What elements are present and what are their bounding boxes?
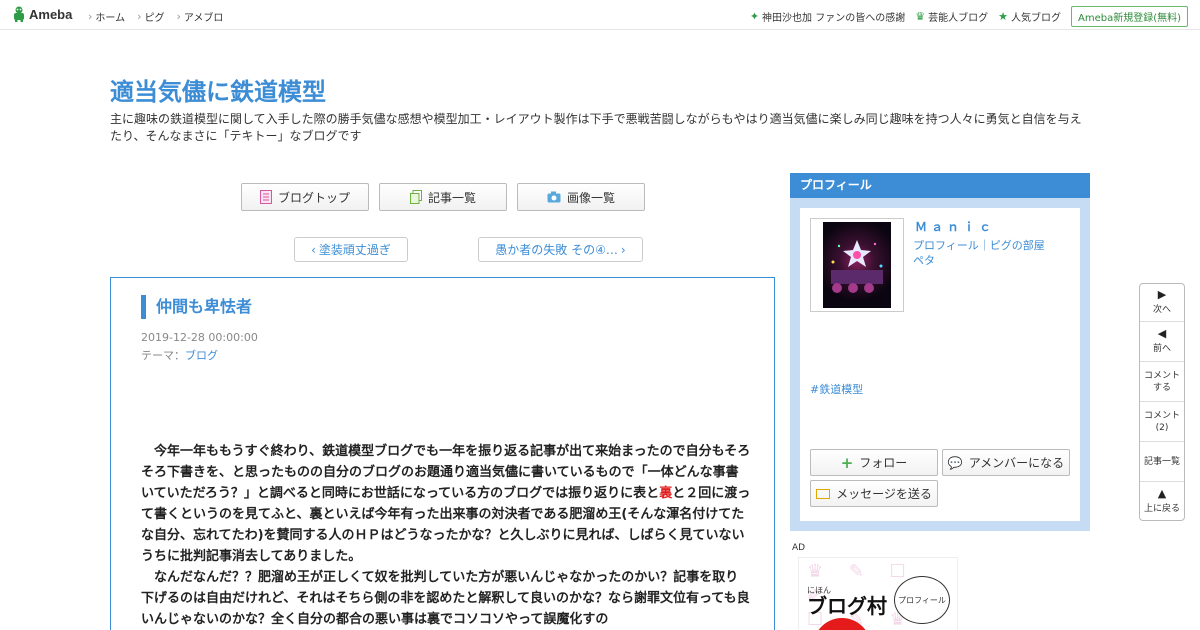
chat-bubble-icon: 💬 bbox=[947, 455, 963, 470]
link-featured[interactable]: ✦ 神田沙也加 ファンの皆への感謝 bbox=[750, 9, 905, 24]
profile-header: プロフィール bbox=[790, 173, 1090, 198]
top-right-links: ✦ 神田沙也加 ファンの皆への感謝 ♛ 芸能人ブログ ★ 人気ブログ Ameba… bbox=[750, 6, 1188, 27]
article-list-nav-label: 記事一覧 bbox=[1143, 457, 1180, 467]
pigg-room-link[interactable]: ピグの部屋 bbox=[990, 239, 1045, 252]
top-nav: ホーム ピグ アメブロ bbox=[88, 9, 223, 24]
article-list-nav-button[interactable]: 記事一覧 bbox=[1140, 442, 1184, 482]
ameba-logo-icon bbox=[14, 6, 24, 22]
article-theme: テーマ：ブログ bbox=[141, 347, 218, 363]
comments-count-button[interactable]: コメント(2) bbox=[1140, 402, 1184, 442]
back-to-top-label: 上に戻る bbox=[1143, 504, 1180, 514]
ad-banner[interactable]: ♛ ✎ ☐ ✐☐ ✎ ♛ ☐ にほん ブログ村 プロフィール bbox=[798, 557, 958, 630]
blog-top-button[interactable]: ブログトップ bbox=[241, 183, 369, 211]
article-list-label: 記事一覧 bbox=[427, 190, 476, 205]
peta-link[interactable]: ペタ bbox=[913, 254, 935, 267]
comment-button[interactable]: コメントする bbox=[1140, 362, 1184, 402]
link-popular-blogs[interactable]: ★ 人気ブログ bbox=[998, 9, 1061, 24]
ad-main-text: ブログ村 bbox=[807, 594, 887, 618]
next-article-link[interactable]: 愚か者の失敗 その④… › bbox=[478, 237, 643, 262]
amember-label: アメンバーになる bbox=[968, 456, 1065, 470]
image-list-button[interactable]: 画像一覧 bbox=[517, 183, 645, 211]
article-paragraph: 今年一年ももうすぐ終わり、鉄道模型ブログでも一年を振り返る記事が出て来始まったの… bbox=[141, 441, 751, 567]
document-icon bbox=[259, 190, 272, 204]
prev-article-label: 塗装頑丈過ぎ bbox=[318, 243, 391, 257]
nav-home[interactable]: ホーム bbox=[88, 9, 125, 24]
avatar-image bbox=[823, 222, 891, 308]
chevron-left-icon: ‹ bbox=[311, 242, 316, 257]
camera-icon bbox=[547, 191, 561, 203]
signup-button[interactable]: Ameba新規登録(無料) bbox=[1070, 6, 1188, 27]
mail-icon bbox=[816, 488, 831, 499]
profile-hashtag[interactable]: #鉄道模型 bbox=[810, 381, 863, 397]
profile-name[interactable]: Ｍａｎｉｃ bbox=[915, 218, 995, 235]
link-featured-label: 神田沙也加 ファンの皆への感謝 bbox=[762, 13, 906, 24]
image-list-label: 画像一覧 bbox=[566, 190, 615, 205]
ad-label: AD bbox=[792, 543, 806, 553]
plus-icon: + bbox=[840, 453, 854, 472]
link-celebrity-label: 芸能人ブログ bbox=[928, 13, 989, 24]
article-date: 2019-12-28 00:00:00 bbox=[141, 331, 258, 344]
article-list-button[interactable]: 記事一覧 bbox=[379, 183, 507, 211]
back-to-top-button[interactable]: ▲ 上に戻る bbox=[1140, 482, 1184, 520]
comment-label: コメントする bbox=[1144, 371, 1181, 393]
link-popular-label: 人気ブログ bbox=[1010, 13, 1061, 24]
profile-body: Ｍａｎｉｃ プロフィール｜ピグの部屋 ペタ #鉄道模型 + フォロー 💬 アメン… bbox=[800, 208, 1080, 521]
follow-button[interactable]: + フォロー bbox=[810, 449, 938, 476]
next-nav-button[interactable]: ▶ 次へ bbox=[1140, 284, 1184, 322]
blog-description: 主に趣味の鉄道模型に関して入手した際の勝手気儘な感想や模型加工・レイアウト製作は… bbox=[110, 112, 1082, 143]
profile-link[interactable]: プロフィール bbox=[913, 239, 979, 252]
article: 仲間も卑怯者 2019-12-28 00:00:00 テーマ：ブログ 今年一年も… bbox=[110, 277, 775, 630]
train-photo-icon bbox=[831, 240, 883, 293]
chevron-right-icon: › bbox=[620, 242, 626, 257]
send-message-label: メッセージを送る bbox=[836, 487, 932, 501]
next-article-label: 愚か者の失敗 その④… bbox=[495, 243, 618, 257]
crown-icon: ♛ bbox=[915, 10, 926, 23]
ameba-logo[interactable]: Ameba bbox=[12, 6, 72, 22]
triangle-up-icon: ▲ bbox=[1157, 487, 1167, 500]
logo-text: Ameba bbox=[29, 6, 73, 22]
nav-pigg[interactable]: ピグ bbox=[137, 9, 165, 24]
ad-bubble: プロフィール bbox=[894, 576, 950, 624]
global-header: Ameba ホーム ピグ アメブロ ✦ 神田沙也加 ファンの皆への感謝 ♛ 芸能… bbox=[0, 0, 1200, 30]
theme-prefix: テーマ： bbox=[141, 349, 185, 362]
amember-button[interactable]: 💬 アメンバーになる bbox=[942, 449, 1070, 476]
prev-nav-button[interactable]: ◀ 前へ bbox=[1140, 322, 1184, 362]
blog-top-label: ブログトップ bbox=[277, 190, 350, 205]
prev-article-link[interactable]: ‹ 塗装頑丈過ぎ bbox=[294, 237, 408, 262]
article-title[interactable]: 仲間も卑怯者 bbox=[141, 295, 252, 319]
article-body: 今年一年ももうすぐ終わり、鉄道模型ブログでも一年を振り返る記事が出て来始まったの… bbox=[141, 441, 751, 630]
profile-widget: プロフィール Ｍａｎｉｃ プロフィール｜ピグの部屋 ペタ #鉄道模型 + フォロ… bbox=[790, 173, 1090, 531]
article-paragraph: なんだなんだ？？肥溜め王が正しくて奴を批判していた方が悪いんじゃなかったのかい？… bbox=[141, 570, 750, 627]
play-right-icon: ▶ bbox=[1157, 288, 1167, 301]
send-message-button[interactable]: メッセージを送る bbox=[810, 480, 938, 507]
nav-ameblo[interactable]: アメブロ bbox=[177, 9, 224, 24]
link-celebrity-blogs[interactable]: ♛ 芸能人ブログ bbox=[915, 9, 988, 24]
sparkle-icon: ✦ bbox=[749, 10, 760, 23]
avatar[interactable] bbox=[810, 218, 904, 312]
comments-count-label: コメント(2) bbox=[1144, 411, 1181, 433]
link-separator: ｜ bbox=[978, 239, 990, 252]
theme-link[interactable]: ブログ bbox=[185, 349, 218, 362]
floating-nav: ▶ 次へ ◀ 前へ コメントする コメント(2) 記事一覧 ▲ 上に戻る bbox=[1139, 283, 1185, 521]
highlight-text: 裏 bbox=[659, 486, 673, 501]
prev-nav-label: 前へ bbox=[1152, 344, 1171, 354]
star-icon: ★ bbox=[998, 10, 1008, 23]
follow-label: フォロー bbox=[859, 456, 908, 470]
copy-icon bbox=[409, 190, 422, 204]
next-nav-label: 次へ bbox=[1152, 305, 1171, 315]
profile-links: プロフィール｜ピグの部屋 ペタ bbox=[913, 238, 1073, 268]
blog-title[interactable]: 適当気儘に鉄道模型 bbox=[110, 72, 326, 107]
play-left-icon: ◀ bbox=[1157, 327, 1167, 340]
